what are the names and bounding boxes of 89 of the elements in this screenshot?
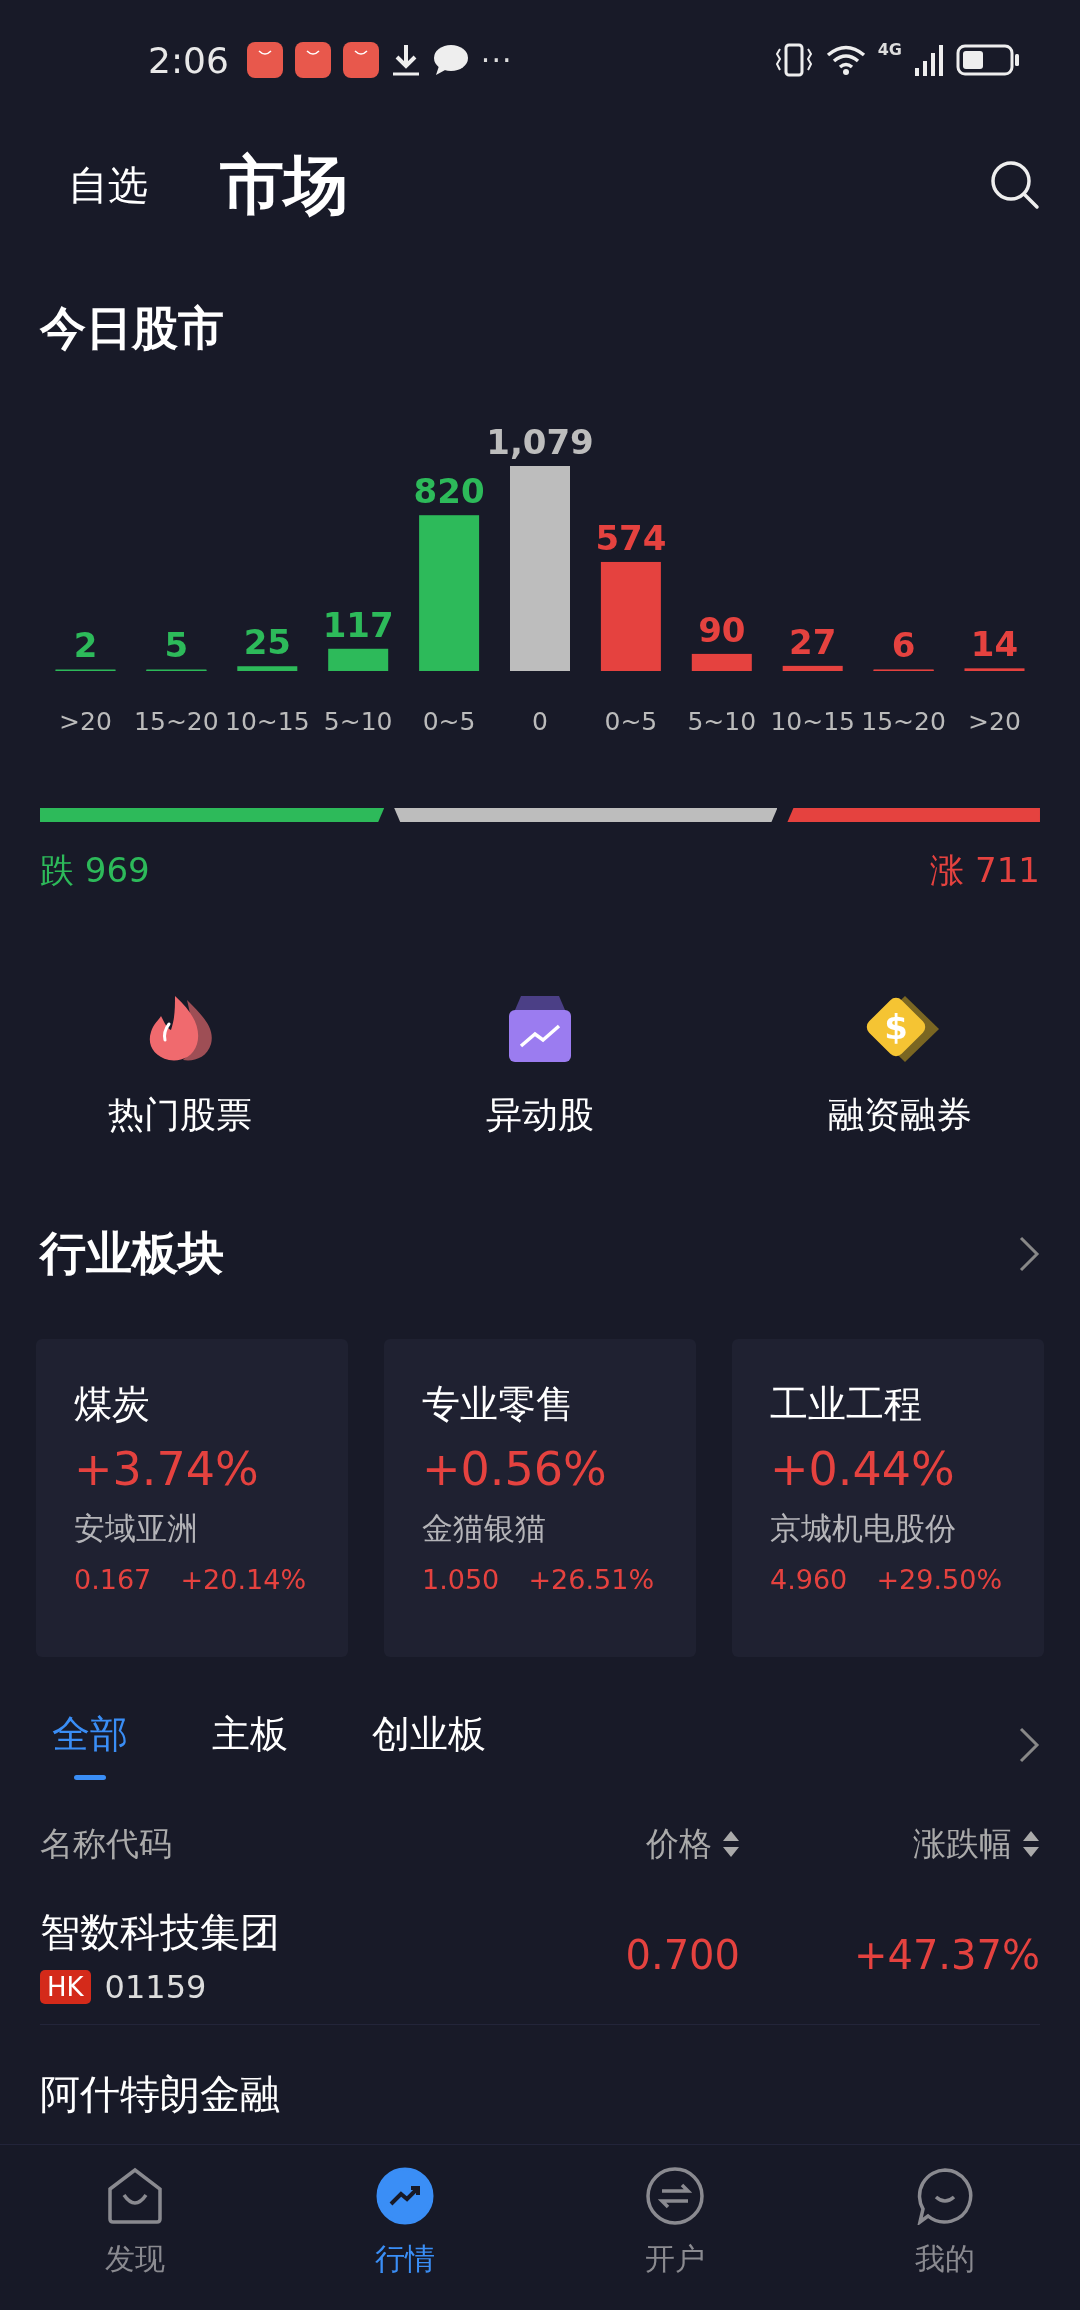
nav-tab[interactable]: 我的 xyxy=(810,2145,1080,2310)
bar-value-label: 90 xyxy=(698,609,746,650)
axis-label: >20 xyxy=(968,707,1021,736)
nav-tab[interactable]: 发现 xyxy=(0,2145,270,2310)
chart-bar xyxy=(328,648,389,671)
axis-label: 10~15 xyxy=(225,707,310,736)
sector-change: +0.56% xyxy=(422,1442,608,1496)
stock-price: 0.700 xyxy=(624,1932,740,1978)
market-tab[interactable]: 创业板 xyxy=(372,1709,486,1780)
sort-icon[interactable] xyxy=(722,1829,740,1859)
axis-label: 15~20 xyxy=(134,707,219,736)
bar-value-label: 1,079 xyxy=(486,422,594,462)
axis-label: 0~5 xyxy=(604,707,658,736)
stock-code: 01159 xyxy=(104,1967,207,2006)
bar-value-label: 14 xyxy=(970,624,1019,665)
market-tab[interactable]: 主板 xyxy=(212,1709,288,1780)
bar-value-label: 117 xyxy=(322,604,394,645)
bar-value-label: 574 xyxy=(595,517,667,558)
sector-name: 煤炭 xyxy=(74,1381,151,1428)
axis-label: 15~20 xyxy=(861,707,946,736)
bar-value-label: 2 xyxy=(73,625,98,665)
status-time: 2:06 xyxy=(148,39,229,81)
message-icon xyxy=(432,44,469,76)
header-tab[interactable]: 市场 xyxy=(220,141,348,229)
axis-label: 10~15 xyxy=(770,707,855,736)
market-tab[interactable]: 全部 xyxy=(52,1709,128,1780)
leading-stock-name: 金猫银猫 xyxy=(422,1509,547,1548)
section-title: 今日股市 xyxy=(40,300,225,357)
signal-icon xyxy=(914,44,944,76)
leading-stock-quote: 4.960 +29.50% xyxy=(770,1564,1004,1595)
battery-icon xyxy=(956,44,1020,76)
search-icon[interactable] xyxy=(990,160,1040,210)
stock-name[interactable]: 阿什特朗金融 xyxy=(40,2066,1040,2122)
chevron-right-icon[interactable] xyxy=(1018,1725,1040,1764)
chart-bar xyxy=(782,665,843,671)
axis-label: 0 xyxy=(532,707,548,736)
axis-label: >20 xyxy=(59,707,112,736)
bar-value-label: 820 xyxy=(413,471,485,512)
stock-name[interactable]: 智数科技集团 xyxy=(40,1904,490,1960)
chat-smile-icon xyxy=(916,2167,974,2225)
column-header[interactable]: 价格 xyxy=(646,1821,712,1867)
chevron-right-icon[interactable] xyxy=(1018,1235,1040,1273)
leading-stock-quote: 1.050 +26.51% xyxy=(422,1564,656,1595)
bar-value-label: 5 xyxy=(164,625,189,665)
sector-card[interactable]: 工业工程 +0.44% 京城机电股份 4.960 +29.50% xyxy=(732,1339,1044,1657)
sort-icon[interactable] xyxy=(1022,1829,1040,1859)
axis-label: 0~5 xyxy=(422,707,476,736)
nav-tab[interactable]: 行情 xyxy=(270,2145,540,2310)
advancers-count: 涨 711 xyxy=(930,849,1040,892)
app-icon xyxy=(246,42,283,78)
decliners-count: 跌 969 xyxy=(40,849,150,892)
shortcut-button[interactable]: 热门股票 xyxy=(0,989,360,1174)
leading-stock-quote: 0.167 +20.14% xyxy=(74,1564,308,1595)
sector-name: 专业零售 xyxy=(422,1381,575,1428)
swap-arrows-icon xyxy=(646,2167,704,2225)
column-header[interactable]: 涨跌幅 xyxy=(913,1821,1012,1867)
bar-value-label: 6 xyxy=(891,625,916,665)
sector-change: +3.74% xyxy=(74,1442,260,1496)
nav-tab[interactable]: 开户 xyxy=(540,2145,810,2310)
bar-value-label: 25 xyxy=(243,622,291,663)
more-notifications: ··· xyxy=(480,42,513,78)
sector-change: +0.44% xyxy=(770,1442,956,1496)
sector-card[interactable]: 专业零售 +0.56% 金猫银猫 1.050 +26.51% xyxy=(384,1339,696,1657)
sector-name: 工业工程 xyxy=(770,1381,923,1428)
chart-bar xyxy=(691,653,752,671)
column-header: 名称代码 xyxy=(40,1823,172,1863)
chart-bar xyxy=(237,666,298,671)
leading-stock-name: 安域亚洲 xyxy=(74,1509,199,1548)
app-icon xyxy=(294,42,331,78)
trend-icon xyxy=(376,2167,434,2225)
leading-stock-name: 京城机电股份 xyxy=(770,1509,957,1548)
market-badge: HK xyxy=(40,1969,91,2004)
download-icon xyxy=(390,43,421,77)
app-icon xyxy=(342,42,379,78)
section-title: 行业板块 xyxy=(40,1225,224,1282)
sector-card[interactable]: 煤炭 +3.74% 安域亚洲 0.167 +20.14% xyxy=(36,1339,348,1657)
network-type: 4G xyxy=(877,40,902,59)
shortcut-button[interactable]: $ 融资融券 xyxy=(720,989,1080,1174)
vibrate-icon xyxy=(773,43,814,77)
bar-value-label: 27 xyxy=(789,621,837,662)
stock-change: +47.37% xyxy=(852,1932,1040,1978)
house-icon xyxy=(106,2167,164,2225)
header-tab[interactable]: 自选 xyxy=(68,157,148,213)
axis-label: 5~10 xyxy=(687,707,757,736)
shortcut-button[interactable]: 异动股 xyxy=(360,989,720,1174)
wifi-icon xyxy=(825,44,866,76)
chart-box-icon xyxy=(507,994,573,1064)
axis-label: 5~10 xyxy=(323,707,393,736)
chart-bar xyxy=(964,668,1025,671)
